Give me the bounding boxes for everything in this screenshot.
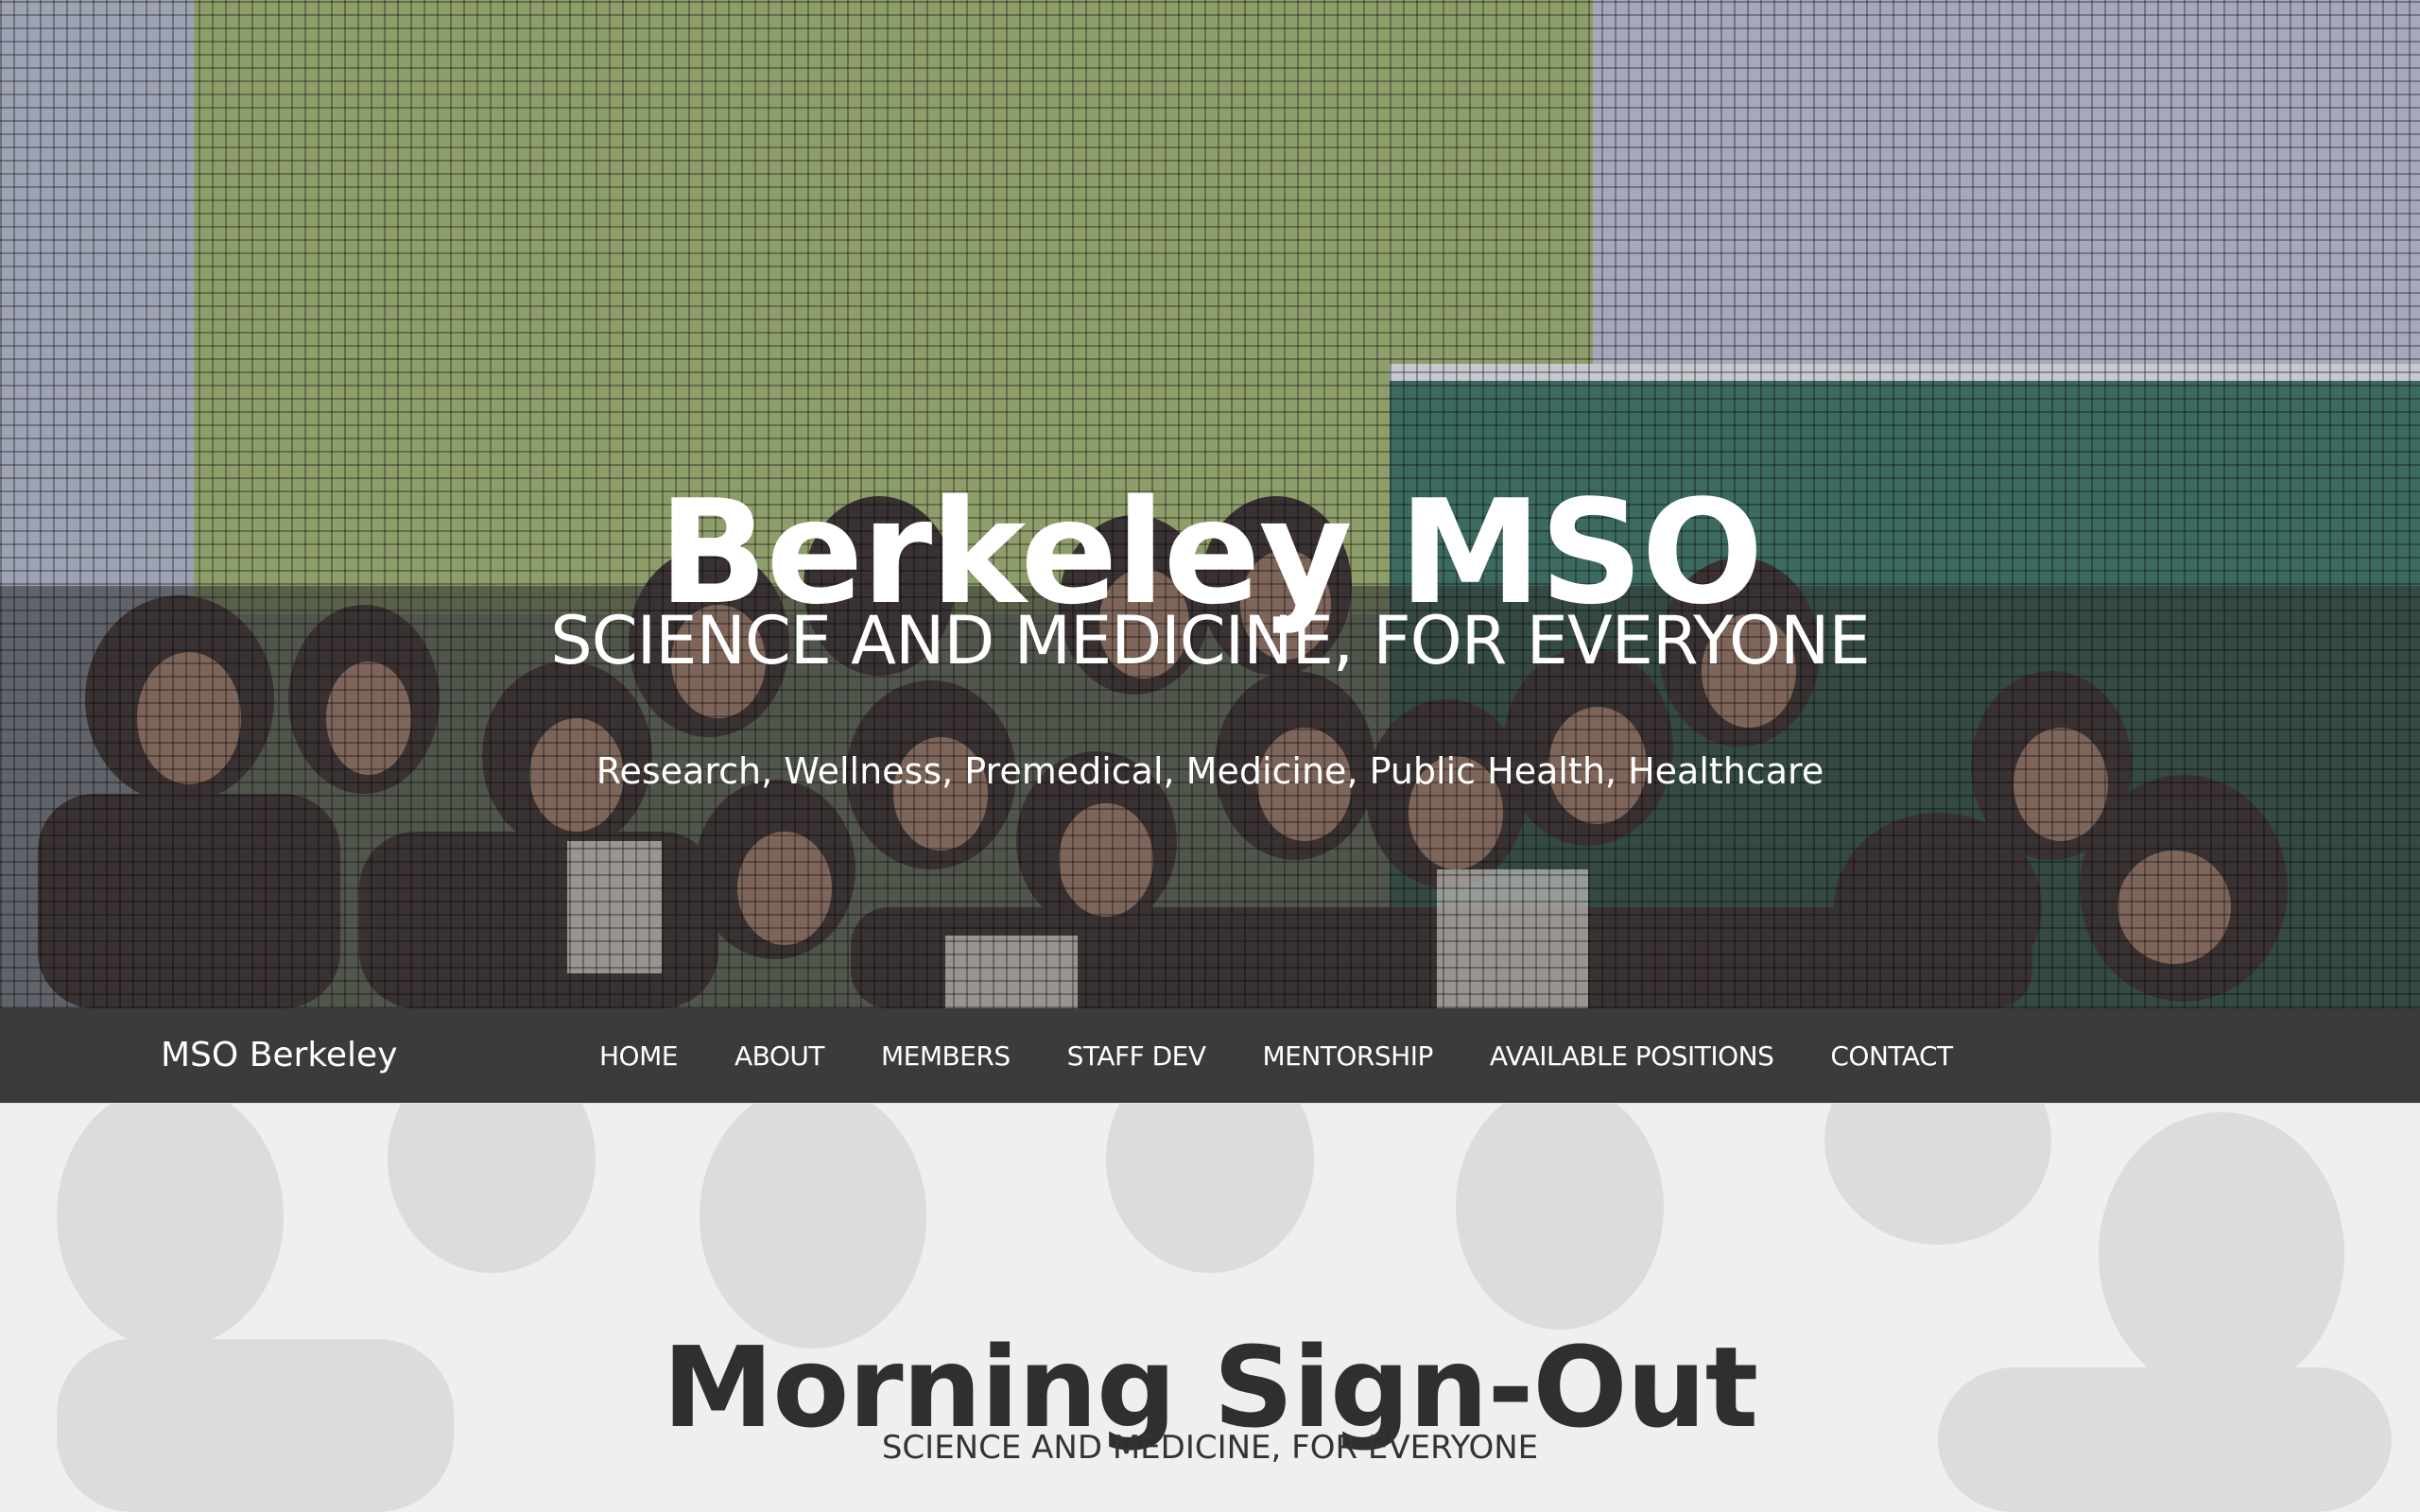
nav-item-mentorship: MENTORSHIP bbox=[1262, 1040, 1433, 1072]
nav-item-contact: CONTACT bbox=[1830, 1040, 1953, 1072]
hero-banner: Berkeley MSO SCIENCE AND MEDICINE, FOR E… bbox=[0, 0, 2420, 1008]
nav-item-staff-dev: STAFF DEV bbox=[1067, 1040, 1206, 1072]
page: Berkeley MSO SCIENCE AND MEDICINE, FOR E… bbox=[0, 0, 2420, 1512]
nav-item-members: MEMBERS bbox=[881, 1040, 1011, 1072]
nav-link-contact[interactable]: CONTACT bbox=[1830, 1040, 1953, 1072]
nav-links: HOME ABOUT MEMBERS STAFF DEV MENTORSHIP … bbox=[599, 1008, 1953, 1103]
nav-item-about: ABOUT bbox=[735, 1040, 825, 1072]
morning-sign-out-section: Morning Sign-Out SCIENCE AND MEDICINE, F… bbox=[0, 1103, 2420, 1512]
nav-link-mentorship[interactable]: MENTORSHIP bbox=[1262, 1040, 1433, 1072]
main-navbar: MSO Berkeley HOME ABOUT MEMBERS STAFF DE… bbox=[0, 1008, 2420, 1103]
section-subtitle: SCIENCE AND MEDICINE, FOR EVERYONE bbox=[881, 1429, 1539, 1467]
brand-link[interactable]: MSO Berkeley bbox=[161, 1008, 398, 1103]
nav-link-staff-dev[interactable]: STAFF DEV bbox=[1067, 1040, 1206, 1072]
nav-link-available-positions[interactable]: AVAILABLE POSITIONS bbox=[1490, 1040, 1774, 1072]
nav-item-available-positions: AVAILABLE POSITIONS bbox=[1490, 1040, 1774, 1072]
nav-link-members[interactable]: MEMBERS bbox=[881, 1040, 1011, 1072]
nav-link-home[interactable]: HOME bbox=[599, 1040, 678, 1072]
nav-item-home: HOME bbox=[599, 1040, 678, 1072]
nav-link-about[interactable]: ABOUT bbox=[735, 1040, 825, 1072]
site-tagline: SCIENCE AND MEDICINE, FOR EVERYONE bbox=[550, 602, 1870, 679]
site-topics: Research, Wellness, Premedical, Medicine… bbox=[596, 750, 1824, 792]
